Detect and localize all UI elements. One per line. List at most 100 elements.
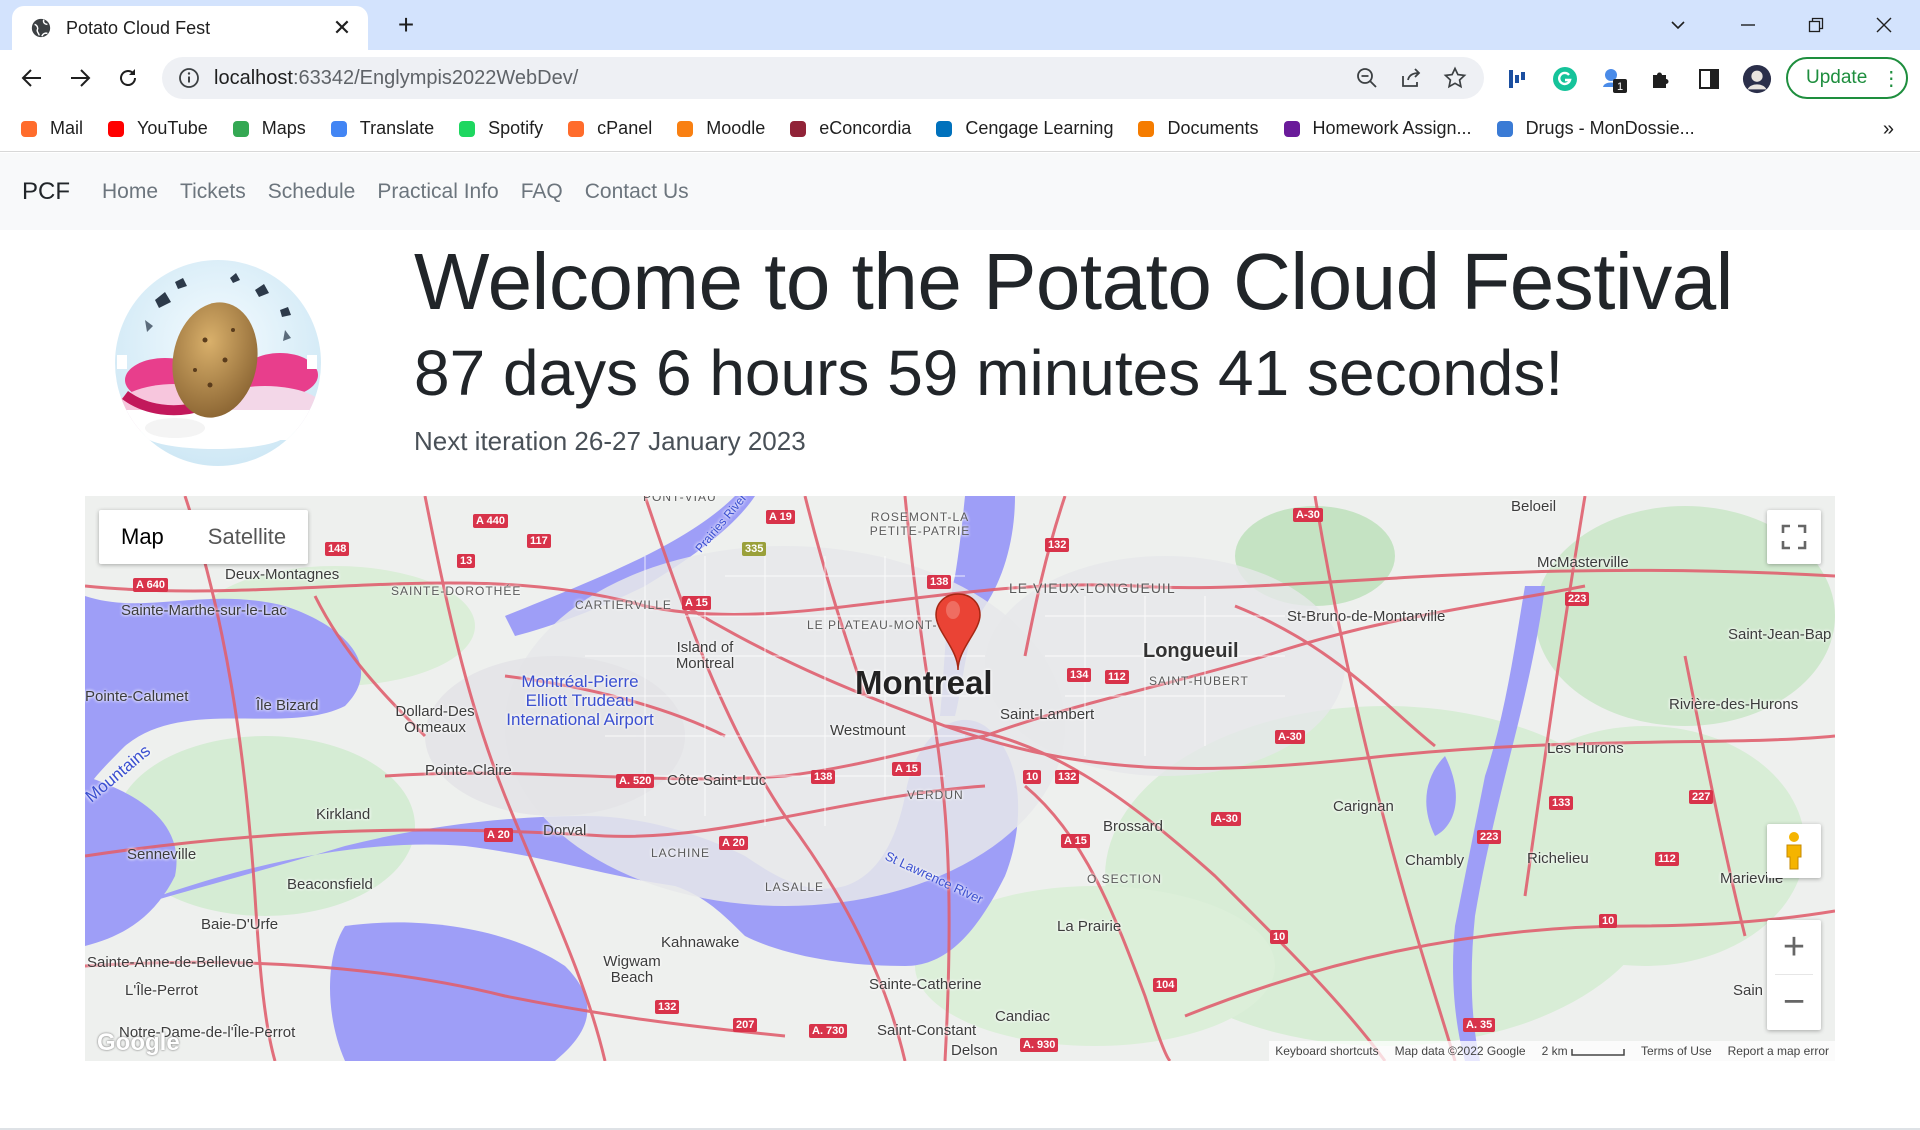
econcordia-icon (787, 118, 809, 140)
highway-shield: A 15 (682, 596, 711, 610)
map-label-pont-viau: PONT-VIAU (643, 496, 717, 504)
map-marker-icon[interactable] (933, 592, 983, 672)
bookmark-label: Translate (359, 118, 435, 138)
extension-badge-icon[interactable]: 1 (1598, 64, 1628, 94)
highway-shield: 223 (1477, 830, 1502, 844)
bookmark-translate[interactable]: Translate (328, 118, 434, 140)
highway-shield: A. 930 (1020, 1038, 1059, 1052)
map-label-deux-montagnes: Deux-Montagnes (225, 566, 340, 583)
map-label-baie-durfe: Baie-D'Urfe (201, 916, 279, 933)
map-data-text: Map data ©2022 Google (1394, 1044, 1526, 1058)
globe-icon (31, 18, 51, 38)
zoom-out-button[interactable]: − (1767, 975, 1821, 1030)
nav-contact-us[interactable]: Contact Us (585, 180, 689, 204)
highway-shield: 132 (655, 1000, 680, 1014)
url-text[interactable]: localhost:63342/Englympis2022WebDev/ (214, 67, 1354, 90)
cpanel-icon (18, 118, 40, 140)
map-label-ile-bizard: Île Bizard (256, 697, 319, 714)
bookmark-youtube[interactable]: YouTube (105, 118, 208, 140)
highway-shield: A 20 (484, 828, 513, 842)
highway-shield: 13 (457, 554, 476, 568)
bookmark-star-icon[interactable] (1442, 65, 1468, 91)
minimize-button[interactable] (1718, 8, 1778, 42)
bookmark-cengage-learning[interactable]: Cengage Learning (933, 118, 1113, 140)
map-label-island: Island of Montreal (675, 639, 735, 672)
highway-shield: A 20 (719, 836, 748, 850)
terms-link[interactable]: Terms of Use (1641, 1044, 1712, 1058)
fullscreen-icon[interactable] (1767, 510, 1821, 564)
tab-search-icon[interactable] (1648, 8, 1708, 42)
close-tab-icon[interactable]: ✕ (330, 15, 354, 41)
brand-link[interactable]: PCF (22, 178, 70, 206)
url-host: localhost (214, 66, 293, 89)
browser-toolbar: localhost:63342/Englympis2022WebDev/ 1 U… (0, 50, 1920, 106)
nav-tickets[interactable]: Tickets (180, 180, 246, 204)
close-window-button[interactable] (1854, 8, 1914, 42)
map-label-dorval: Dorval (543, 822, 587, 839)
map-label-carignan: Carignan (1333, 798, 1394, 815)
map-type-satellite-button[interactable]: Satellite (186, 510, 308, 564)
highway-shield: 133 (1549, 796, 1574, 810)
moodle-icon (674, 118, 696, 140)
map-label-richelieu: Richelieu (1527, 850, 1589, 867)
map-type-map-button[interactable]: Map (99, 510, 186, 564)
map-label-beloeil: Beloeil (1511, 498, 1557, 515)
nav-practical-info[interactable]: Practical Info (377, 180, 498, 204)
highway-shield: A 15 (892, 762, 921, 776)
bookmark-cpanel[interactable]: cPanel (565, 118, 652, 140)
google-map[interactable]: Montreal Longueuil LE VIEUX-LONGUEUIL SA… (85, 496, 1835, 1061)
scale-bar[interactable]: 2 km (1542, 1044, 1625, 1058)
browser-tab[interactable]: Potato Cloud Fest ✕ (12, 6, 368, 50)
tab-title: Potato Cloud Fest (66, 17, 211, 38)
bookmarks-overflow-icon[interactable]: » (1883, 118, 1894, 141)
address-bar[interactable]: localhost:63342/Englympis2022WebDev/ (162, 57, 1484, 99)
map-label-cote-saint-luc: Côte Saint-Luc (667, 772, 767, 789)
map-label-section: O SECTION (1087, 872, 1163, 886)
side-panel-icon[interactable] (1694, 64, 1724, 94)
google-logo[interactable]: Google (97, 1029, 180, 1057)
bookmark-spotify[interactable]: Spotify (456, 118, 543, 140)
bookmark-documents[interactable]: Documents (1135, 118, 1259, 140)
bookmark-mail[interactable]: Mail (18, 118, 83, 140)
puzzle-icon[interactable] (1646, 64, 1676, 94)
reload-button[interactable] (108, 58, 148, 98)
bookmark-moodle[interactable]: Moodle (674, 118, 765, 140)
nav-home[interactable]: Home (102, 180, 158, 204)
highway-shield: 10 (1023, 770, 1042, 784)
map-label-riviere-hurons: Rivière-des-Hurons (1669, 696, 1799, 713)
nav-schedule[interactable]: Schedule (268, 180, 356, 204)
pegman-icon[interactable] (1767, 824, 1821, 878)
map-type-control: Map Satellite (99, 510, 309, 564)
update-label: Update (1806, 67, 1868, 88)
bookmark-drugs-mondossie[interactable]: Drugs - MonDossie... (1494, 118, 1695, 140)
new-tab-button[interactable]: + (390, 10, 422, 42)
map-label-senneville: Senneville (127, 846, 197, 863)
zoom-out-icon[interactable] (1354, 65, 1380, 91)
extension-bars-icon[interactable] (1502, 64, 1532, 94)
map-label-ste-dorothee: SAINTE-DOROTHÉE (391, 584, 522, 598)
restore-button[interactable] (1786, 8, 1846, 42)
highway-shield: 223 (1565, 592, 1590, 606)
grammarly-icon[interactable] (1550, 64, 1580, 94)
report-error-link[interactable]: Report a map error (1728, 1044, 1829, 1058)
update-button[interactable]: Update ⋮ (1786, 57, 1908, 99)
bookmark-homework-assign[interactable]: Homework Assign... (1281, 118, 1472, 140)
bookmark-label: YouTube (137, 118, 208, 138)
info-icon[interactable] (178, 67, 200, 89)
site-navbar: PCF Home Tickets Schedule Practical Info… (0, 153, 1920, 230)
back-button[interactable] (12, 58, 52, 98)
highway-shield: 227 (1689, 790, 1714, 804)
zoom-in-button[interactable]: + (1767, 920, 1821, 975)
map-label-ste-marthe: Sainte-Marthe-sur-le-Lac (121, 602, 287, 619)
keyboard-shortcuts-link[interactable]: Keyboard shortcuts (1275, 1044, 1378, 1058)
bookmark-econcordia[interactable]: eConcordia (787, 118, 911, 140)
map-label-chambly: Chambly (1405, 852, 1465, 869)
profile-avatar[interactable] (1742, 64, 1772, 94)
forward-button[interactable] (60, 58, 100, 98)
bookmark-label: Spotify (488, 118, 544, 138)
share-icon[interactable] (1398, 65, 1424, 91)
map-label-delson: Delson (951, 1042, 998, 1059)
highway-shield: 132 (1045, 538, 1070, 552)
nav-faq[interactable]: FAQ (521, 180, 563, 204)
bookmark-maps[interactable]: Maps (230, 118, 306, 140)
